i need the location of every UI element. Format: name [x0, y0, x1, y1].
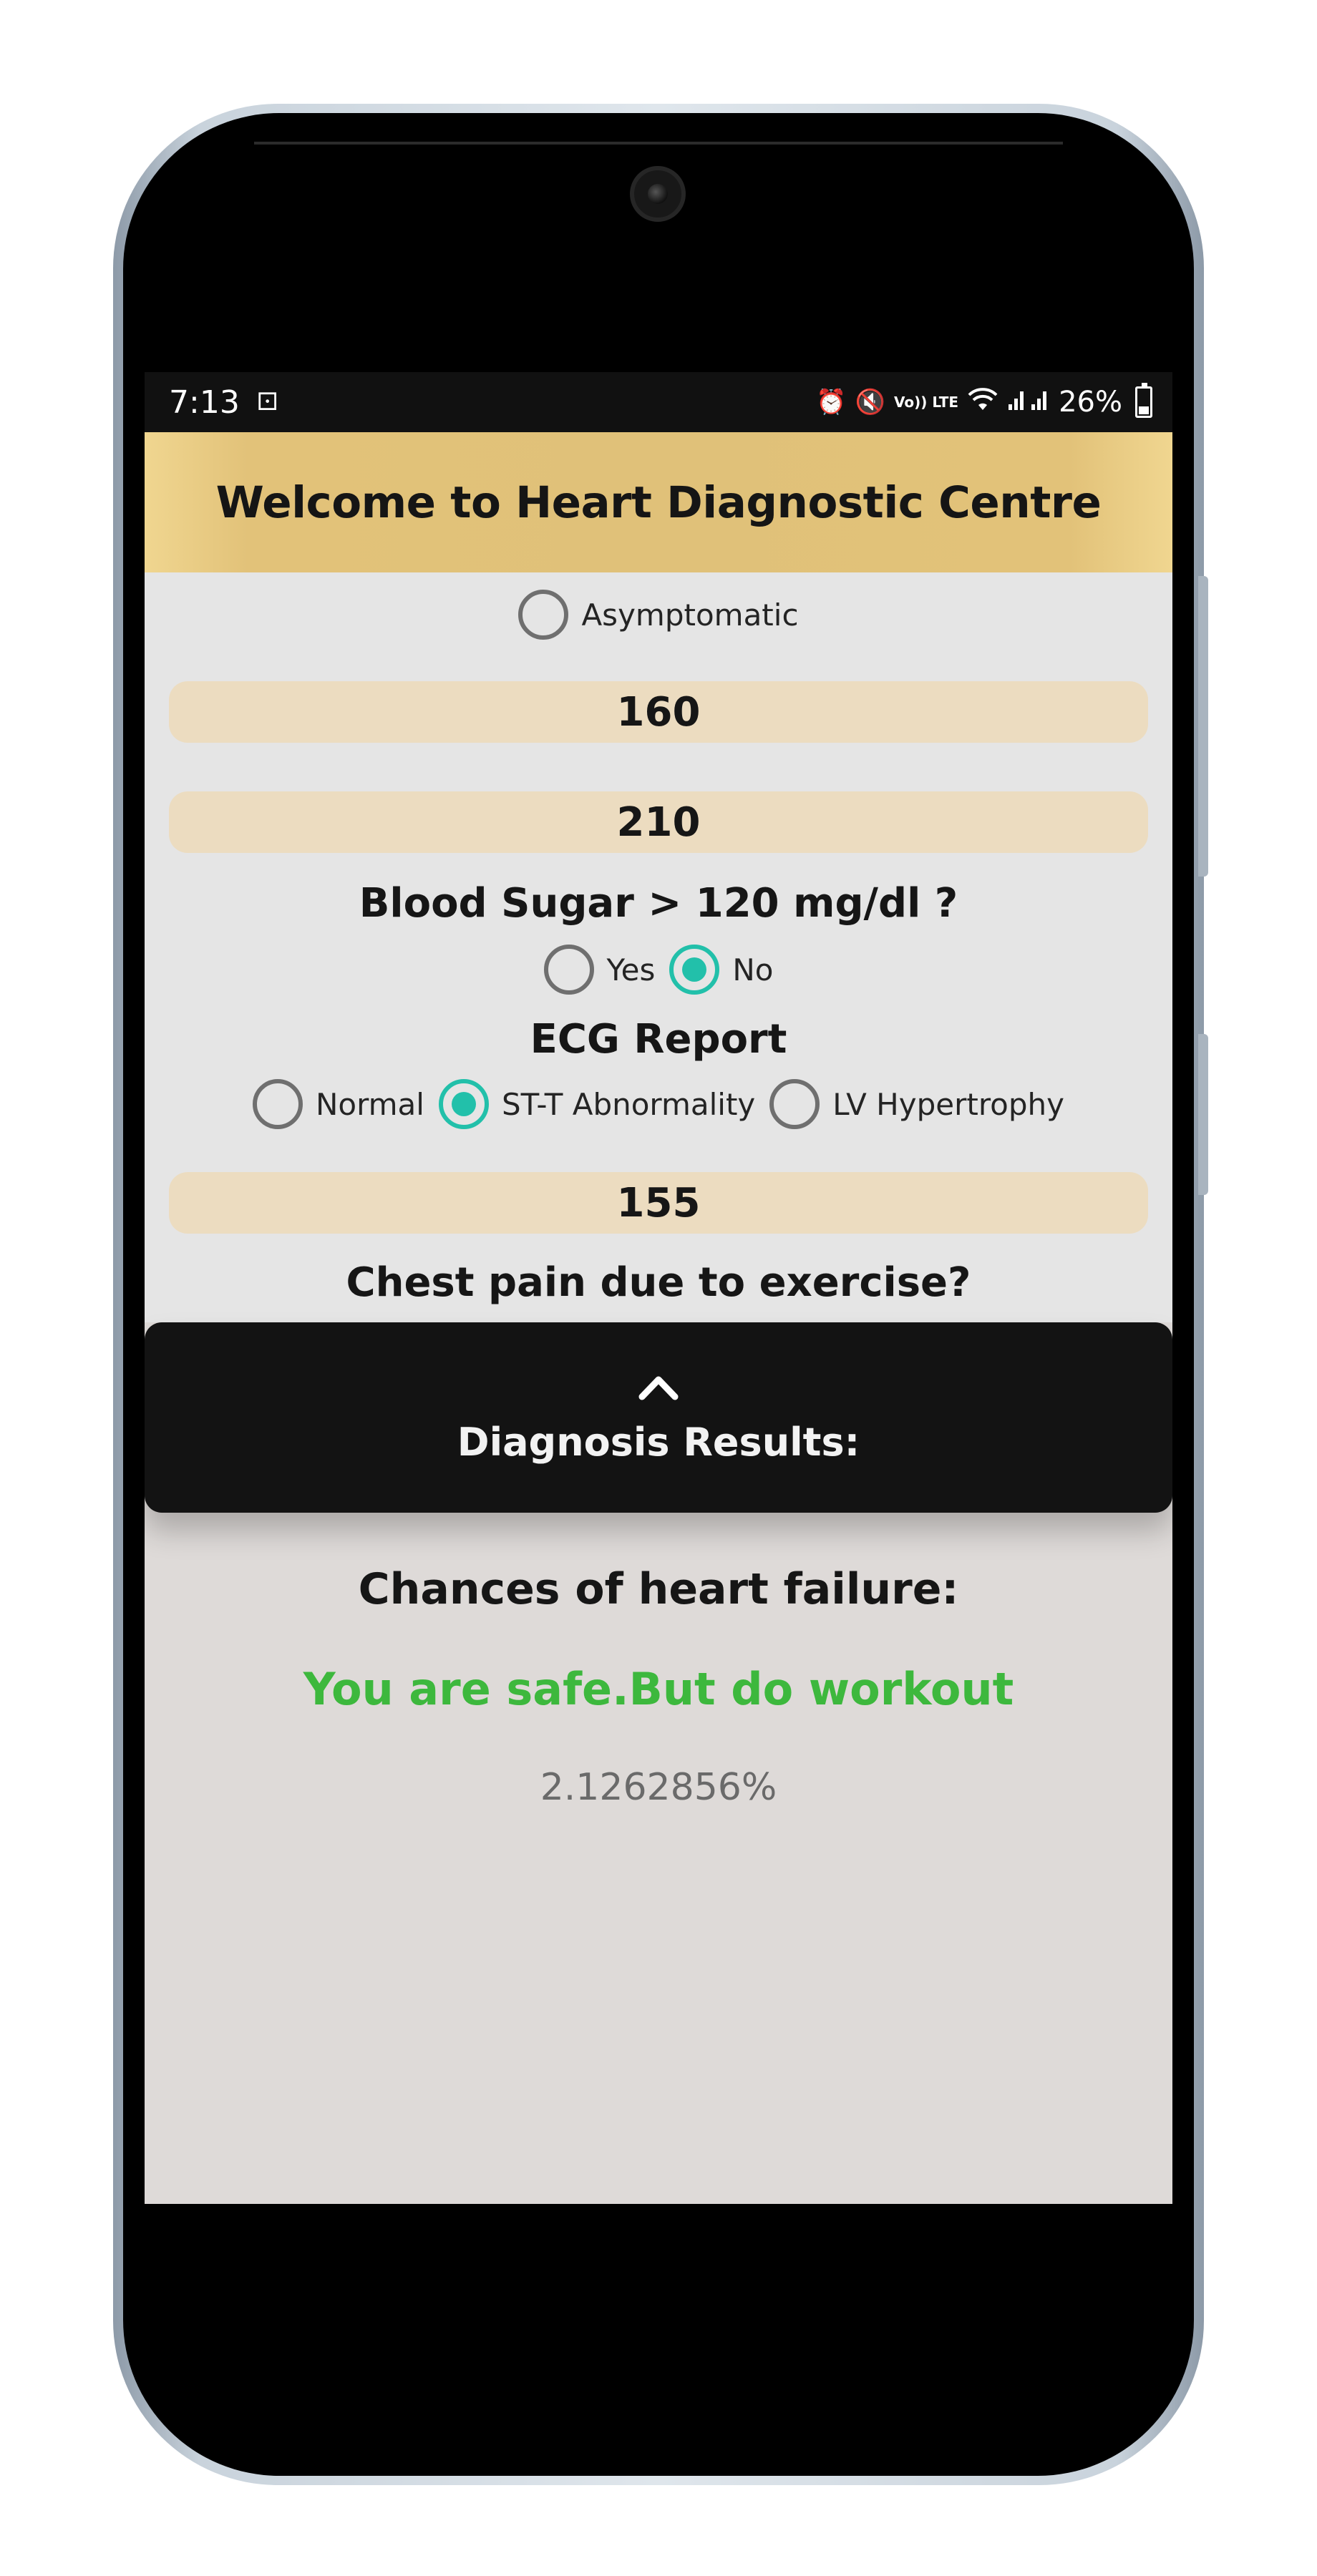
risk-percentage: 2.1262856% — [540, 1766, 777, 1809]
radio-label: No — [732, 952, 774, 987]
cholesterol-input[interactable] — [169, 791, 1148, 853]
radio-button-selected[interactable] — [669, 945, 720, 995]
risk-heading: Chances of heart failure: — [358, 1564, 959, 1614]
mute-icon: 🔇 — [855, 388, 885, 416]
risk-message: You are safe.But do workout — [303, 1663, 1014, 1715]
results-title: Diagnosis Results: — [457, 1420, 860, 1465]
link-icon: ⚀ — [256, 388, 278, 416]
radio-button[interactable] — [252, 1079, 303, 1129]
front-camera-icon — [630, 166, 686, 222]
radio-label: LV Hypertrophy — [832, 1086, 1064, 1122]
blood-sugar-group: Yes No — [145, 945, 1172, 995]
max-heart-rate-input[interactable] — [169, 1172, 1148, 1234]
radio-button[interactable] — [543, 945, 594, 995]
status-bar: 7:13 ⚀ ⏰ 🔇 Vo)) LTE 26% — [145, 372, 1172, 432]
battery-icon — [1135, 383, 1152, 418]
earpiece-speaker — [254, 142, 1063, 145]
radio-ecg-normal[interactable]: Normal — [252, 1079, 424, 1129]
radio-label: Asymptomatic — [581, 597, 799, 633]
chevron-up-icon[interactable] — [638, 1372, 679, 1401]
volte-icon: Vo)) LTE — [893, 394, 959, 411]
chest-pain-type-group: Asymptomatic — [145, 590, 1172, 640]
radio-label: ST-T Abnormality — [501, 1086, 756, 1122]
radio-button-selected[interactable] — [438, 1079, 489, 1129]
radio-ecg-st-t-abnormality[interactable]: ST-T Abnormality — [438, 1079, 756, 1129]
radio-button[interactable] — [769, 1079, 820, 1129]
blood-sugar-question: Blood Sugar > 120 mg/dl ? — [359, 880, 958, 927]
radio-ecg-lv-hypertrophy[interactable]: LV Hypertrophy — [769, 1079, 1064, 1129]
page-title: Welcome to Heart Diagnostic Centre — [215, 477, 1102, 528]
status-time: 7:13 — [169, 384, 240, 421]
ecg-group: Normal ST-T Abnormality LV Hypertrophy — [145, 1079, 1172, 1129]
diagnosis-form: Asymptomatic Blood Sugar > 120 mg/dl ? Y… — [145, 572, 1172, 1322]
signal-icon — [1007, 387, 1050, 418]
app-header: Welcome to Heart Diagnostic Centre — [145, 432, 1172, 572]
volume-button — [1198, 576, 1208, 877]
radio-label: Normal — [315, 1086, 424, 1122]
results-bottom-sheet: Diagnosis Results: Chances of heart fail… — [145, 1322, 1172, 2204]
results-sheet-handle[interactable]: Diagnosis Results: — [145, 1322, 1172, 1513]
resting-blood-pressure-input[interactable] — [169, 681, 1148, 743]
wifi-icon — [967, 387, 998, 418]
power-button — [1198, 1034, 1208, 1195]
radio-blood-sugar-yes[interactable]: Yes — [543, 945, 656, 995]
battery-percent: 26% — [1059, 386, 1122, 419]
radio-blood-sugar-no[interactable]: No — [669, 945, 773, 995]
radio-label: Yes — [606, 952, 656, 987]
alarm-icon: ⏰ — [816, 388, 847, 416]
phone-screen: 7:13 ⚀ ⏰ 🔇 Vo)) LTE 26% Welcome to Heart… — [145, 372, 1172, 2204]
radio-button[interactable] — [518, 590, 569, 640]
radio-asymptomatic[interactable]: Asymptomatic — [518, 590, 799, 640]
exercise-angina-question: Chest pain due to exercise? — [346, 1259, 971, 1306]
ecg-question: ECG Report — [530, 1016, 787, 1063]
